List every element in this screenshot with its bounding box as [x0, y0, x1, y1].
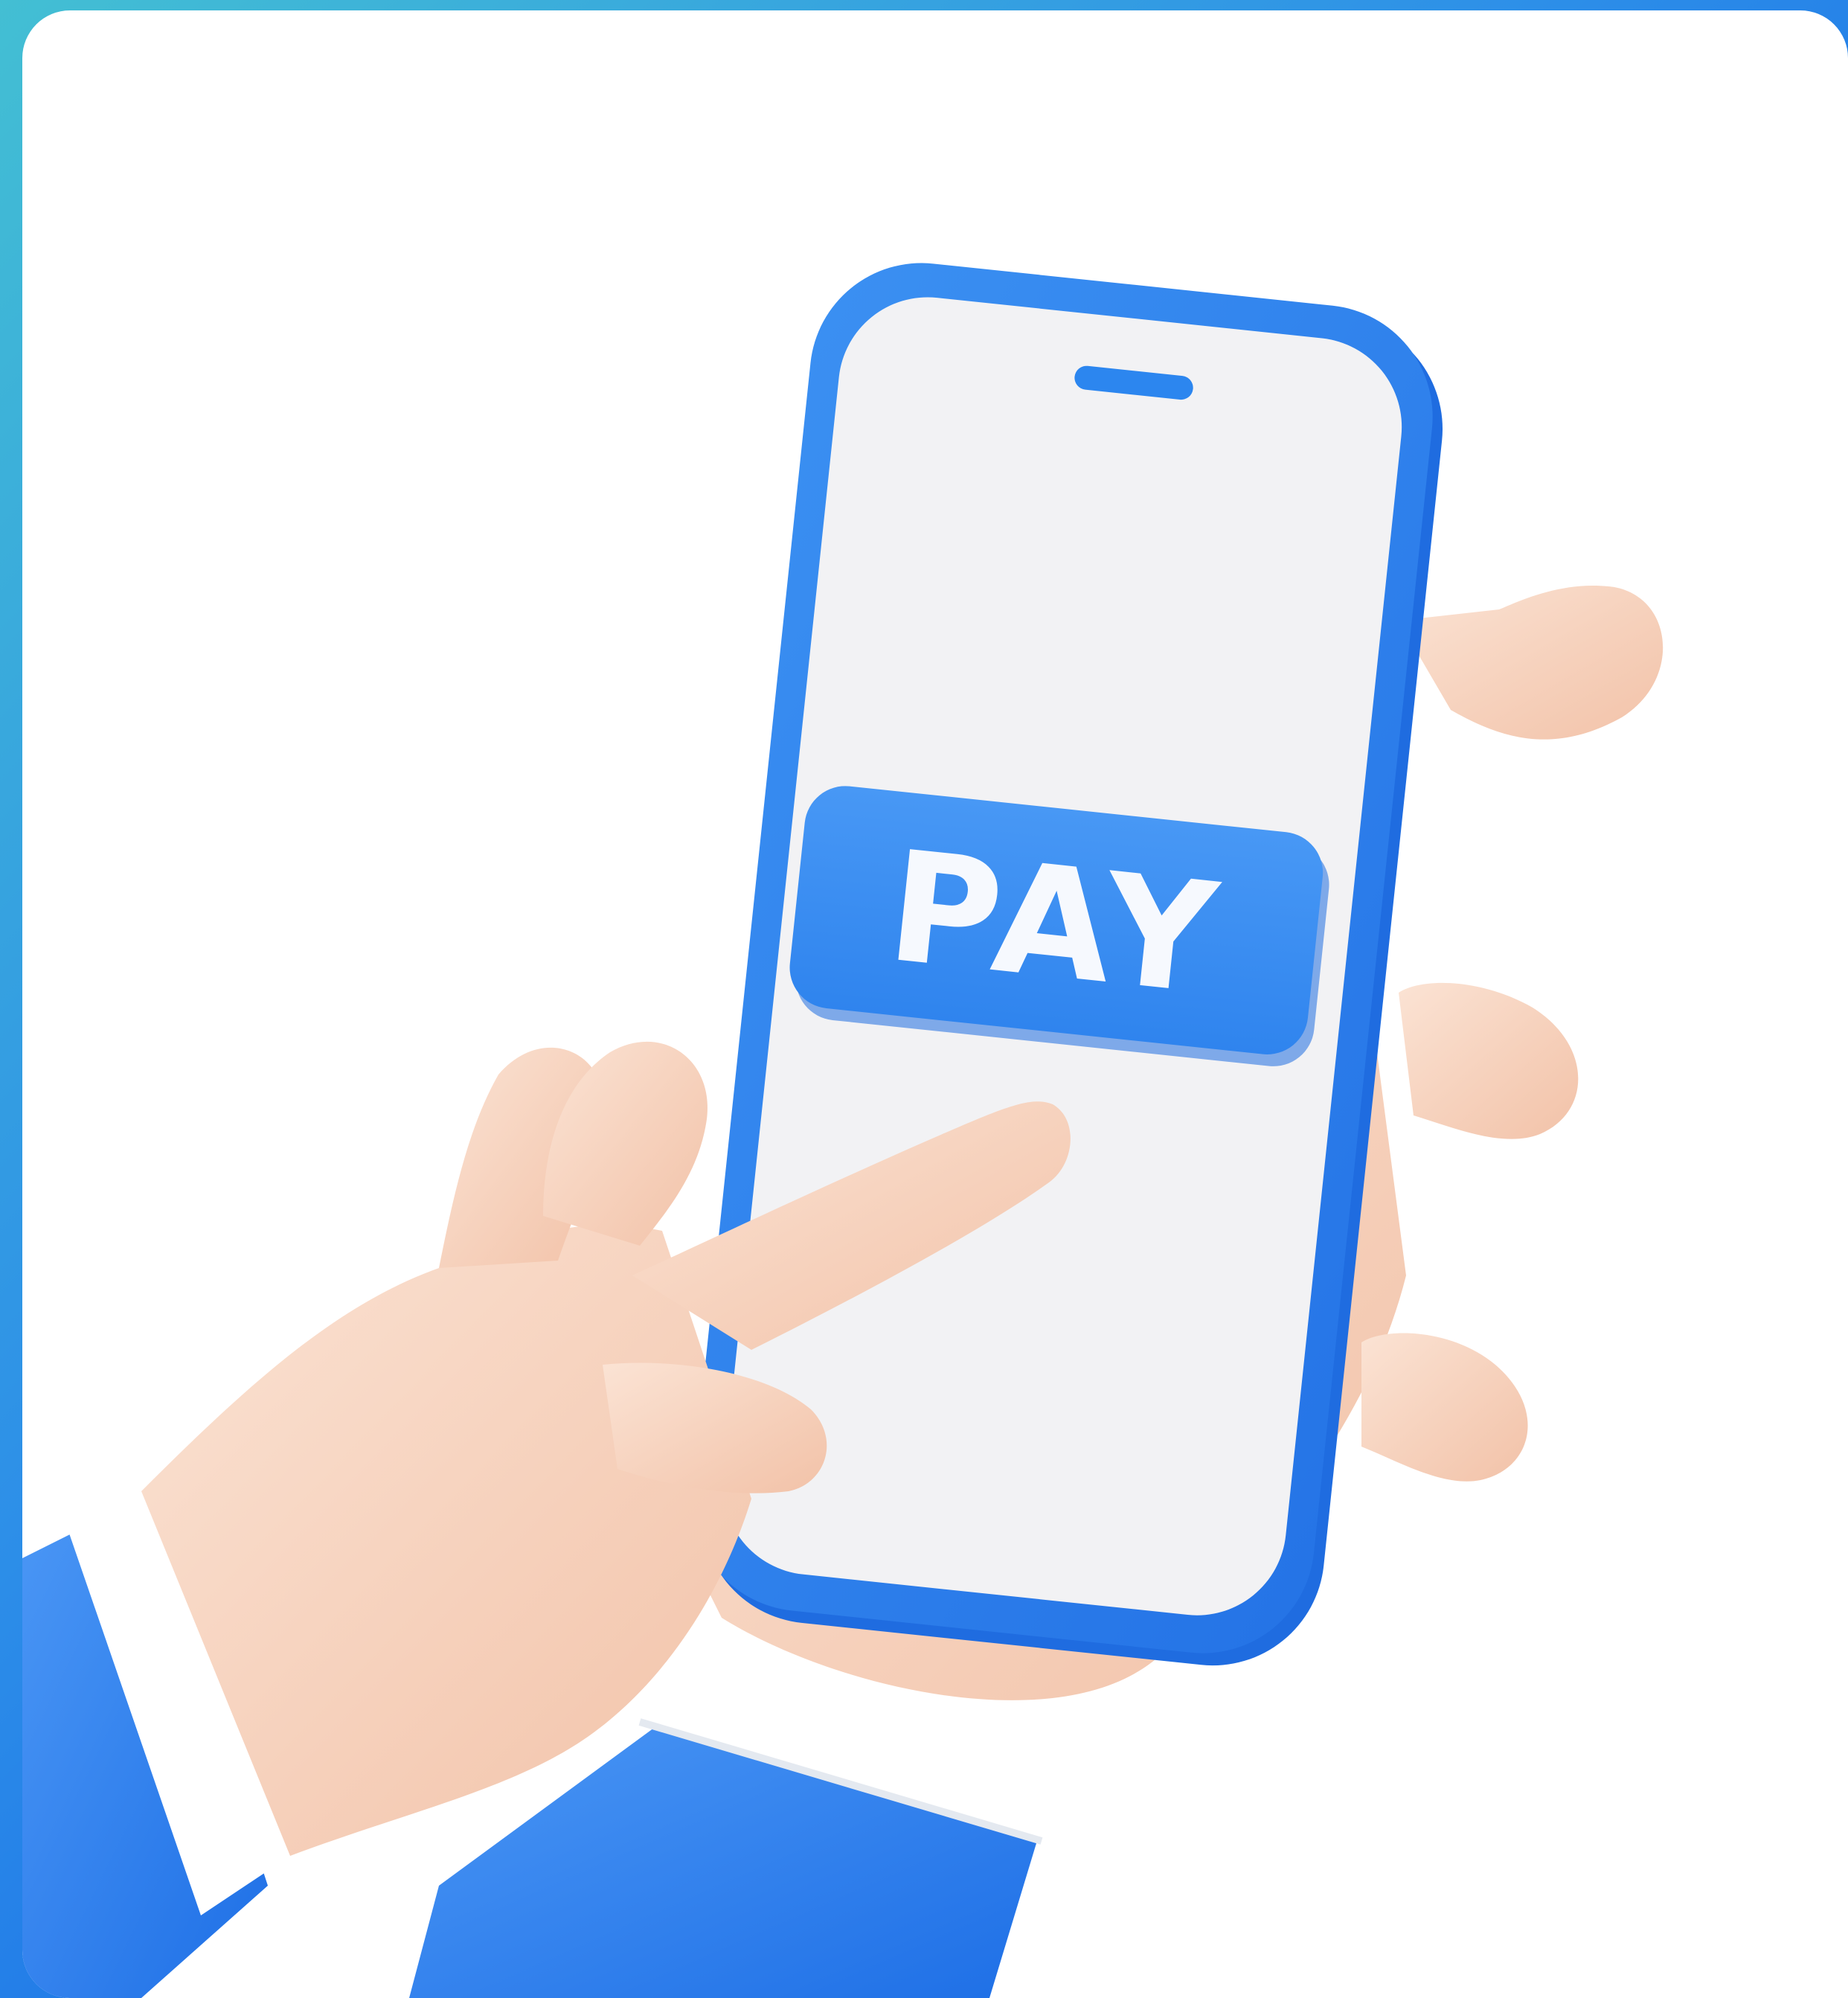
payment-illustration: PAY: [22, 263, 1663, 1998]
holding-hand-thumb: [1399, 585, 1663, 740]
illustration-card: PAY: [22, 10, 1848, 1998]
pay-button-label: PAY: [881, 819, 1231, 1030]
